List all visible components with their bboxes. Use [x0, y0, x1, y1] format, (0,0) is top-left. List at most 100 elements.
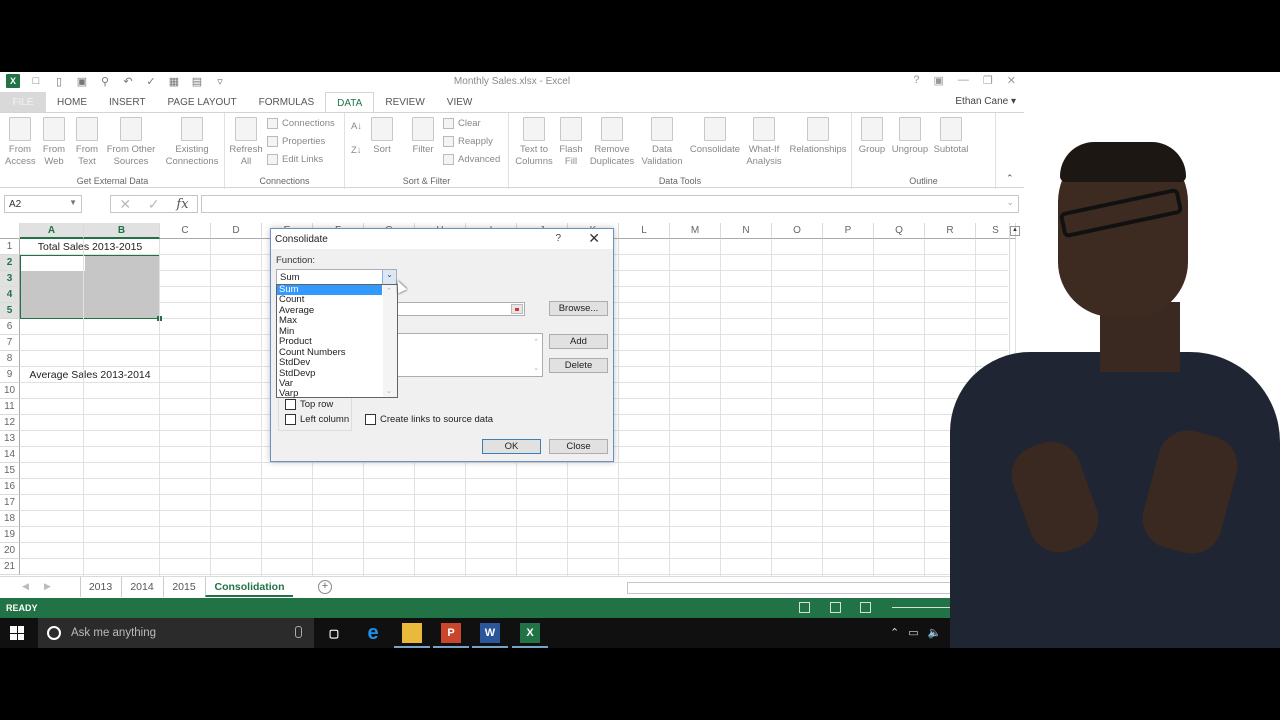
row-header-6[interactable]: 6 — [0, 319, 20, 335]
windows-start-icon[interactable] — [10, 626, 24, 640]
formula-input[interactable]: ⌄ — [201, 195, 1019, 213]
column-header-l[interactable]: L — [619, 223, 670, 239]
row-header-10[interactable]: 10 — [0, 383, 20, 399]
column-header-m[interactable]: M — [670, 223, 721, 239]
tab-review[interactable]: REVIEW — [374, 92, 435, 112]
excel-icon[interactable]: X — [512, 623, 548, 648]
ribbon-display-icon[interactable]: ▣ — [934, 74, 944, 87]
data-validation-button[interactable]: Data Validation — [637, 117, 687, 168]
scroll-down-icon[interactable]: ⌄ — [533, 364, 539, 372]
add-sheet-icon[interactable]: + — [318, 580, 332, 594]
powerpoint-icon[interactable]: P — [433, 623, 469, 648]
row-header-8[interactable]: 8 — [0, 351, 20, 367]
sort-z-a-button[interactable]: Z↓ — [351, 145, 362, 156]
delete-button[interactable]: Delete — [549, 358, 608, 373]
help-icon[interactable]: ? — [555, 233, 561, 244]
from-web-button[interactable]: From Web — [40, 117, 68, 168]
connections-button[interactable]: Connections — [267, 118, 335, 129]
from-other-sources-button[interactable]: From Other Sources — [104, 117, 158, 168]
existing-connections-button[interactable]: Existing Connections — [163, 117, 221, 168]
word-icon[interactable]: W — [472, 623, 508, 648]
function-option-varp[interactable]: Varp — [277, 388, 382, 399]
sheet-tab-2014[interactable]: 2014 — [121, 577, 162, 597]
cortana-search[interactable]: Ask me anything — [38, 618, 314, 648]
row-header-9[interactable]: 9 — [0, 367, 20, 383]
what-if-analysis-button[interactable]: What-If Analysis — [743, 117, 785, 168]
row-header-7[interactable]: 7 — [0, 335, 20, 351]
normal-view-icon[interactable] — [799, 602, 810, 613]
dropdown-scrollbar[interactable]: ⌃ ⌄ — [383, 285, 397, 397]
row-header-12[interactable]: 12 — [0, 415, 20, 431]
left-column-checkbox[interactable]: Left column — [285, 414, 349, 425]
row-header-20[interactable]: 20 — [0, 543, 20, 559]
function-option-stddev[interactable]: StdDev — [277, 357, 382, 368]
sort-button[interactable]: Sort — [369, 117, 395, 156]
tab-file[interactable]: FILE — [0, 92, 46, 112]
from-text-button[interactable]: From Text — [73, 117, 101, 168]
filter-button[interactable]: Filter — [409, 117, 437, 156]
clear-filter-button[interactable]: Clear — [443, 118, 481, 129]
column-header-d[interactable]: D — [211, 223, 262, 239]
row-header-11[interactable]: 11 — [0, 399, 20, 415]
function-dropdown-list[interactable]: Sum Count Average Max Min Product Count Number… — [276, 284, 398, 399]
column-header-b[interactable]: B — [84, 223, 160, 239]
row-header-17[interactable]: 17 — [0, 495, 20, 511]
close-icon[interactable]: ✕ — [1007, 74, 1016, 87]
properties-button[interactable]: Properties — [267, 136, 325, 147]
all-references-list[interactable]: ⌃ ⌄ — [397, 333, 543, 377]
sheet-tab-consolidation[interactable]: Consolidation — [205, 577, 293, 597]
tab-home[interactable]: HOME — [46, 92, 98, 112]
text-to-columns-button[interactable]: Text to Columns — [513, 117, 555, 168]
column-header-a[interactable]: A — [20, 223, 84, 239]
page-layout-view-icon[interactable] — [830, 602, 841, 613]
refresh-all-button[interactable]: Refresh All — [228, 117, 264, 168]
tab-page-layout[interactable]: PAGE LAYOUT — [157, 92, 248, 112]
volume-icon[interactable]: 🔈 — [928, 626, 942, 639]
enter-icon[interactable]: ✓ — [148, 196, 160, 213]
tab-formulas[interactable]: FORMULAS — [248, 92, 326, 112]
sheet-tab-2015[interactable]: 2015 — [163, 577, 204, 597]
collapse-dialog-icon[interactable] — [511, 304, 523, 314]
ok-button[interactable]: OK — [482, 439, 541, 454]
row-header-5[interactable]: 5 — [0, 303, 20, 319]
name-box[interactable]: A2 ▼ — [4, 195, 82, 213]
page-break-view-icon[interactable] — [860, 602, 871, 613]
edge-icon[interactable]: e — [363, 622, 383, 644]
column-header-o[interactable]: O — [772, 223, 823, 239]
next-sheet-icon[interactable]: ▶ — [44, 581, 51, 592]
group-button[interactable]: Group — [856, 117, 888, 156]
network-icon[interactable]: ▭ — [908, 626, 918, 639]
row-header-16[interactable]: 16 — [0, 479, 20, 495]
add-button[interactable]: Add — [549, 334, 608, 349]
microphone-icon[interactable] — [295, 626, 302, 638]
edit-links-button[interactable]: Edit Links — [267, 154, 323, 165]
user-account[interactable]: Ethan Cane ▾ — [955, 96, 1016, 107]
tab-insert[interactable]: INSERT — [98, 92, 157, 112]
row-header-21[interactable]: 21 — [0, 559, 20, 575]
column-header-c[interactable]: C — [160, 223, 211, 239]
insert-function-icon[interactable]: fx — [176, 197, 188, 212]
relationships-button[interactable]: Relationships — [787, 117, 849, 156]
cell-a9[interactable]: Average Sales 2013-2014 — [20, 367, 160, 383]
select-all-corner[interactable] — [0, 223, 20, 239]
sort-a-z-button[interactable]: A↓ — [351, 121, 362, 132]
cancel-icon[interactable]: ✕ — [119, 196, 131, 213]
sheet-tab-2013[interactable]: 2013 — [80, 577, 120, 597]
remove-duplicates-button[interactable]: Remove Duplicates — [588, 117, 636, 168]
row-header-15[interactable]: 15 — [0, 463, 20, 479]
column-header-n[interactable]: N — [721, 223, 772, 239]
prev-sheet-icon[interactable]: ◀ — [22, 581, 29, 592]
flash-fill-button[interactable]: Flash Fill — [559, 117, 583, 168]
row-header-14[interactable]: 14 — [0, 447, 20, 463]
consolidate-button[interactable]: Consolidate — [689, 117, 741, 156]
task-view-icon[interactable]: ▢ — [324, 623, 344, 643]
close-button[interactable]: Close — [549, 439, 608, 454]
minimize-icon[interactable]: — — [958, 74, 969, 87]
row-header-3[interactable]: 3 — [0, 271, 20, 287]
show-hidden-icons-icon[interactable]: ⌃ — [890, 626, 899, 639]
reference-input[interactable] — [397, 302, 525, 316]
column-header-p[interactable]: P — [823, 223, 874, 239]
reapply-button[interactable]: Reapply — [443, 136, 493, 147]
tab-view[interactable]: VIEW — [436, 92, 484, 112]
scroll-up-icon[interactable]: ⌃ — [533, 338, 539, 346]
